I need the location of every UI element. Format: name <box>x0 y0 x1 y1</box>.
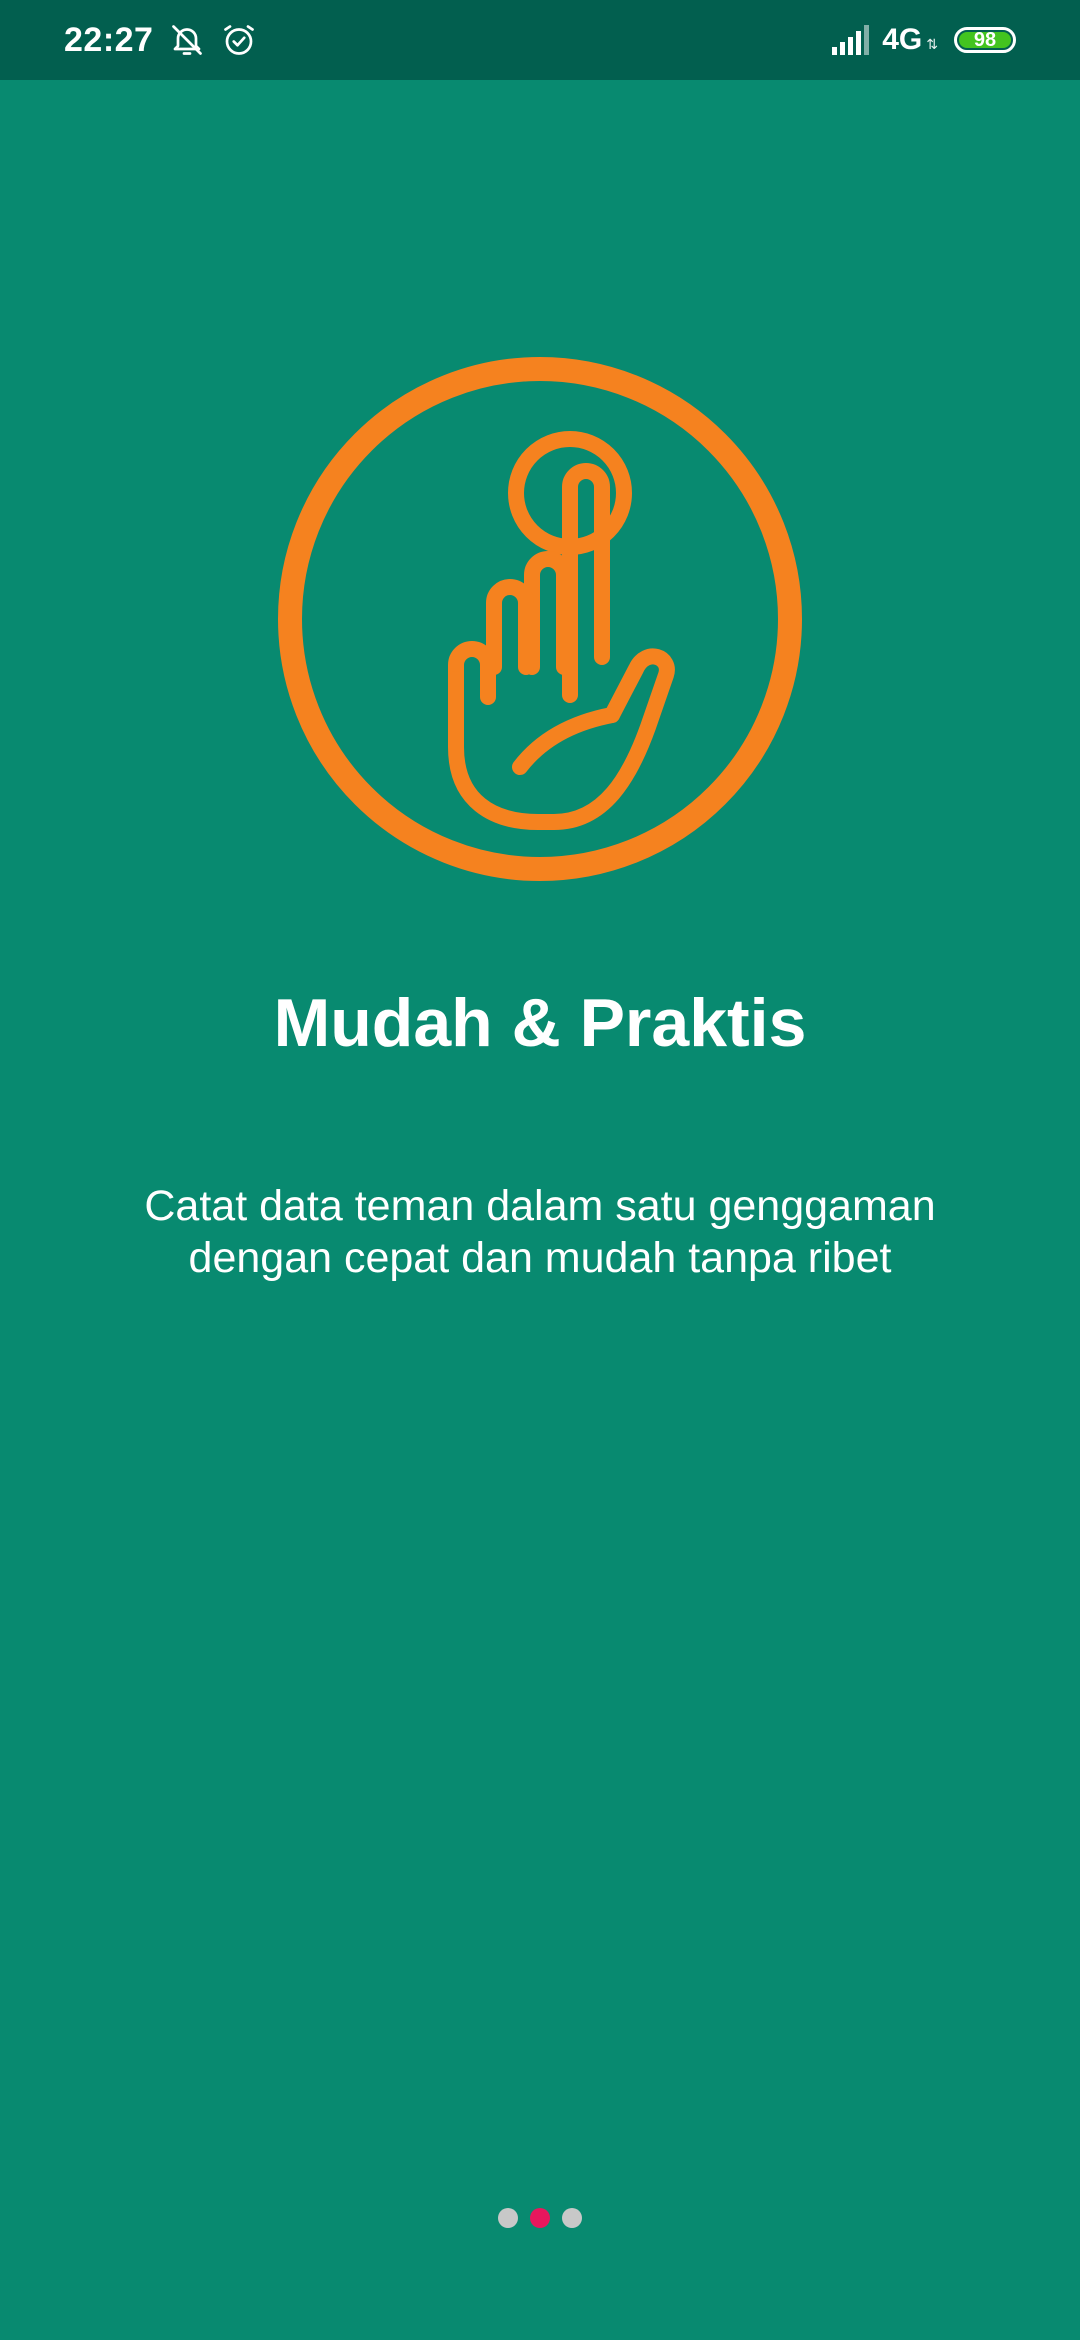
status-bar: 22:27 4G ⇅ 98 <box>0 0 1080 80</box>
battery-icon: 98 <box>954 27 1016 53</box>
alarm-clock-icon <box>221 22 257 58</box>
page-indicator-dot-1[interactable] <box>498 2208 518 2228</box>
onboarding-description: Catat data teman dalam satu genggaman de… <box>144 1182 936 1282</box>
status-bar-right: 4G ⇅ 98 <box>832 0 1016 80</box>
signal-strength-icon <box>832 25 872 55</box>
page-indicator <box>0 2208 1080 2228</box>
page-indicator-dot-3[interactable] <box>562 2208 582 2228</box>
status-time: 22:27 <box>64 20 154 59</box>
tap-hand-icon <box>278 357 802 881</box>
status-bar-left: 22:27 <box>64 0 257 80</box>
battery-level-label: 98 <box>973 29 997 51</box>
data-activity-icon: ⇅ <box>926 35 938 52</box>
page-indicator-dot-2-active[interactable] <box>530 2208 550 2228</box>
network-type-label: 4G <box>882 23 923 56</box>
bell-muted-icon <box>169 22 205 58</box>
onboarding-title: Mudah & Praktis <box>273 985 807 1061</box>
onboarding-illustration <box>278 357 802 881</box>
